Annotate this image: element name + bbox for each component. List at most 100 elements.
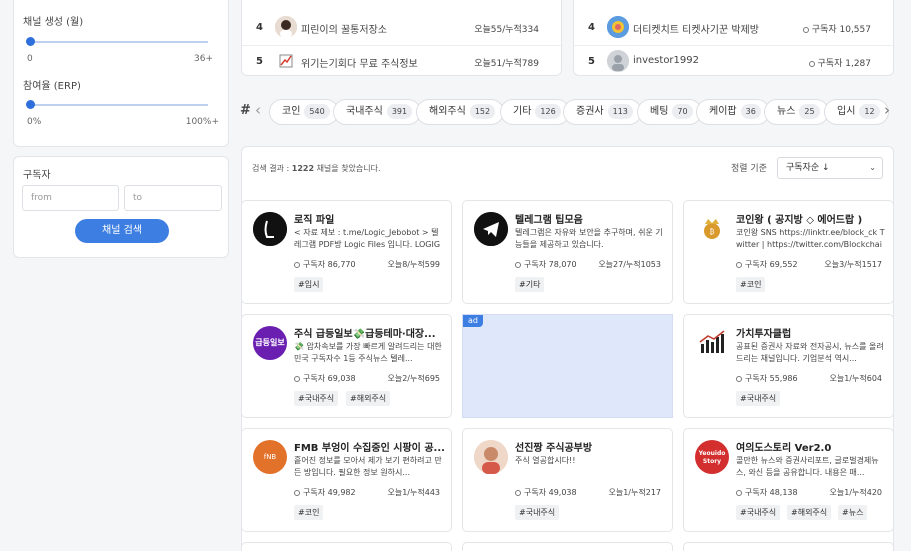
channel-card[interactable]: 로직 파일 < 자료 제보 : t.me/Logic_Jebobot > 텔레그… <box>241 200 452 304</box>
logo-line1: Yeouido <box>698 450 726 457</box>
chip-label: 케이팝 <box>709 106 737 117</box>
summary-suffix: 채널을 찾았습니다. <box>314 164 381 173</box>
chip-label: 증권사 <box>576 106 604 117</box>
ad-badge: ad <box>463 315 483 327</box>
channel-logo <box>253 212 287 246</box>
logo-line2: Story <box>702 458 722 465</box>
ranking-panel-left: 4 피린이의 꿀통저장소 오늘55/누적334 5 위기는기회다 무료 주식정보… <box>241 0 562 76</box>
channel-card[interactable]: 텔레그램 팁모음 텔레그램은 자유와 보안을 추구하며, 쉬운 기능들을 제공하… <box>462 200 673 304</box>
chevron-left-icon[interactable]: ‹ <box>255 101 261 119</box>
subscribers-to-input[interactable]: to <box>124 185 222 211</box>
card-tag[interactable]: #해외주식 <box>787 505 832 520</box>
card-title: FMB 부엉이 수집중인 시팡이 공... <box>294 443 444 454</box>
category-chip-etc[interactable]: 기타 126 <box>500 99 570 125</box>
channel-card[interactable]: 선진짱 주식공부방 주식 열공합시다!! 구독자 49,038 오늘1/누적21… <box>462 428 673 532</box>
card-tag[interactable]: #국내주식 <box>736 505 781 520</box>
card-tag[interactable]: #코인 <box>736 277 766 292</box>
channel-search-button[interactable]: 채널 검색 <box>75 219 169 243</box>
card-visits: 오늘1/누적443 <box>387 488 441 497</box>
card-description: < 자료 제보 : t.me/Logic_Jebobot > 텔레그램 PDF방… <box>294 228 441 249</box>
card-tag[interactable]: #입시 <box>294 277 324 292</box>
creation-slider[interactable] <box>30 41 208 43</box>
person-photo-icon <box>474 440 508 474</box>
ranking-row[interactable]: 4 피린이의 꿀통저장소 오늘55/누적334 <box>242 11 561 45</box>
card-title: 텔레그램 팁모음 <box>515 215 583 226</box>
category-chip-domestic[interactable]: 국내주식 391 <box>333 99 422 125</box>
card-tag[interactable]: #국내주식 <box>515 505 560 520</box>
chip-count: 113 <box>607 104 633 119</box>
card-subscribers: 구독자 49,982 <box>294 487 356 498</box>
channel-logo: fNB <box>253 440 287 474</box>
card-title: 여의도스토리 Ver2.0 <box>736 443 832 454</box>
ad-banner[interactable]: ad <box>462 314 673 418</box>
card-tag[interactable]: #기타 <box>515 277 545 292</box>
creation-label: 채널 생성 (월) <box>23 17 84 28</box>
channel-card[interactable] <box>683 542 894 551</box>
chip-count: 25 <box>799 104 820 119</box>
channel-card[interactable]: ₿ 코인왕 ( 공지방 ◇ 에어드랍 ) 코인왕 SNS https://lin… <box>683 200 894 304</box>
card-tag[interactable]: #뉴스 <box>838 505 868 520</box>
channel-avatar <box>275 16 297 38</box>
ranking-row[interactable]: 5 위기는기회다 무료 주식정보 오늘51/누적789 <box>242 45 561 79</box>
channel-card[interactable]: fNB FMB 부엉이 수집중인 시팡이 공... 흩어진 정보를 모아서 제가… <box>241 428 452 532</box>
channel-logo: ₿ <box>695 212 729 246</box>
card-subscribers: 구독자 49,038 <box>515 487 577 498</box>
creation-max: 36+ <box>194 54 213 64</box>
subscribers-value: 구독자 10,557 <box>811 25 871 35</box>
category-chip-admission[interactable]: 입시 12 <box>824 99 889 125</box>
card-description: 흩어진 정보를 모아서 제가 보기 편하려고 만든 방입니다. 필요한 정보 원… <box>294 456 442 477</box>
category-chip-brokerage[interactable]: 증권사 113 <box>563 99 642 125</box>
rank-number: 5 <box>588 56 595 67</box>
chevron-right-icon[interactable]: › <box>884 101 890 119</box>
card-tag[interactable]: #국내주식 <box>736 391 781 406</box>
chip-label: 국내주식 <box>346 106 383 117</box>
person-icon <box>736 261 742 268</box>
card-visits: 오늘1/누적420 <box>829 488 883 497</box>
avatar-person-icon <box>275 16 297 38</box>
chip-label: 뉴스 <box>777 106 796 117</box>
creation-slider-knob[interactable] <box>26 37 35 46</box>
card-title: 로직 파일 <box>294 215 335 226</box>
category-chip-overseas[interactable]: 해외주식 152 <box>416 99 505 125</box>
summary-count: 1222 <box>291 164 315 173</box>
ranking-row[interactable]: 4 더티켓치트 티켓사기꾼 박제방 구독자 10,557 <box>574 11 893 45</box>
category-chip-kpop[interactable]: 케이팝 36 <box>696 99 770 125</box>
channel-card[interactable] <box>241 542 452 551</box>
category-chip-coin[interactable]: 코인 540 <box>269 99 339 125</box>
channel-logo <box>474 212 508 246</box>
channel-card[interactable]: 급등일보 주식 급등일보💸급등테마·대장... 💸 압차속보를 가장 빠르게 알… <box>241 314 452 418</box>
channel-card[interactable]: 가치투자클럽 공표된 증권사 자료와 전자공시, 뉴스를 올려드리는 채널입니다… <box>683 314 894 418</box>
chip-label: 베팅 <box>650 106 669 117</box>
card-subscribers: 구독자 55,986 <box>736 373 798 384</box>
card-description: 코인왕 SNS https://linktr.ee/block_ck Twitt… <box>736 228 885 249</box>
sort-label: 정렬 기준 <box>731 164 767 174</box>
channel-logo <box>474 440 508 474</box>
ranking-panel-right: 4 더티켓치트 티켓사기꾼 박제방 구독자 10,557 5 investor1… <box>573 0 894 76</box>
category-chip-betting[interactable]: 베팅 70 <box>637 99 702 125</box>
ranking-row[interactable]: 5 investor1992 구독자 1,287 <box>574 45 893 79</box>
channel-stats: 오늘51/누적789 <box>474 59 539 69</box>
subscribers-value: 구독자 78,070 <box>524 260 577 269</box>
participation-slider-knob[interactable] <box>26 100 35 109</box>
card-tag[interactable]: #코인 <box>294 505 324 520</box>
subscribers-value: 구독자 48,138 <box>745 488 798 497</box>
chip-count: 36 <box>740 104 761 119</box>
ticket-logo-icon <box>607 16 629 38</box>
card-description: 콜만한 뉴스와 증권사리포트, 글로벌경제뉴스, 와신 등을 공유합니다. 내용… <box>736 456 879 477</box>
chart-logo-icon <box>279 54 293 68</box>
subscriber-filter-panel: 구독자 from to 채널 검색 <box>13 156 229 258</box>
participation-slider[interactable] <box>30 104 208 106</box>
card-tag[interactable]: #해외주식 <box>346 391 391 406</box>
channel-avatar <box>275 50 297 72</box>
sort-select[interactable]: 구독자순 ↓ ⌄ <box>777 157 883 179</box>
summary-prefix: 검색 결과 : <box>252 164 292 173</box>
chip-count: 12 <box>859 104 880 119</box>
subscribers-from-input[interactable]: from <box>22 185 119 211</box>
channel-card[interactable] <box>462 542 673 551</box>
card-tag[interactable]: #국내주식 <box>294 391 339 406</box>
subscribers-value: 구독자 1,287 <box>817 59 871 69</box>
sort-value: 구독자순 ↓ <box>786 163 830 173</box>
category-chip-news[interactable]: 뉴스 25 <box>764 99 829 125</box>
channel-card[interactable]: Yeouido Story 여의도스토리 Ver2.0 콜만한 뉴스와 증권사리… <box>683 428 894 532</box>
card-title: 선진짱 주식공부방 <box>515 443 593 454</box>
